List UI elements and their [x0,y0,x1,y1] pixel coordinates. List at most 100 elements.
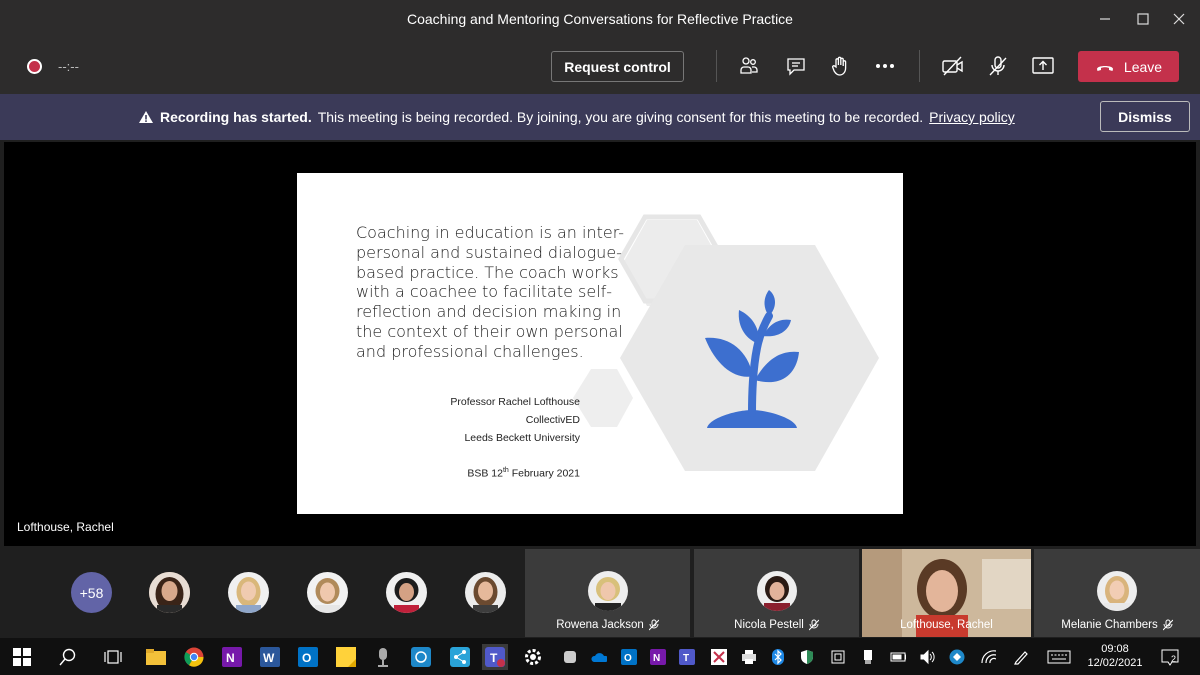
participant-tile[interactable]: Melanie Chambers [1034,549,1200,637]
plant-icon [705,290,799,428]
notifications-icon[interactable]: 2 [1160,649,1184,666]
svg-text:T: T [683,653,689,664]
slide-line: with a coachee to facilitate self- [356,282,613,302]
bluetooth-icon[interactable] [770,649,786,665]
slide-line: Coaching in education is an inter- [356,223,625,242]
svg-text:N: N [226,651,235,665]
tray-app-icon[interactable] [562,649,578,665]
avatar[interactable] [228,572,269,613]
slide-author: Professor Rachel Lofthouse [450,396,580,408]
meeting-timer: --:-- [58,59,79,74]
slide-quote: Coaching in education is an inter- perso… [356,223,626,362]
share-screen-icon[interactable] [1029,52,1057,80]
slide-org: CollectivED [525,414,580,426]
shared-slide: Coaching in education is an inter- perso… [297,173,903,514]
participant-tile-video[interactable]: Lofthouse, Rachel [862,549,1031,637]
share-app-icon[interactable] [449,646,471,668]
participants-icon[interactable] [735,52,763,80]
clock-time: 09:08 [1101,643,1129,655]
request-control-button[interactable]: Request control [551,51,684,82]
meeting-controls: --:-- Request control Leave [0,38,1200,94]
leave-button[interactable]: Leave [1078,51,1179,82]
onenote-icon[interactable]: N [221,646,243,668]
task-view-icon[interactable] [102,646,124,668]
slide-university: Leeds Beckett University [464,432,580,444]
volume-icon[interactable] [919,649,935,665]
avatar [756,571,797,611]
avatar[interactable] [386,572,427,613]
tile-label: Rowena Jackson [525,619,690,631]
sticky-notes-icon[interactable] [335,646,357,668]
participant-name: Lofthouse, Rachel [900,619,993,631]
avatar[interactable] [307,572,348,613]
word-icon[interactable]: W [259,646,281,668]
divider [716,50,717,82]
notification-count: 2 [1171,654,1177,664]
slide-line: based practice. The coach works [356,262,619,282]
svg-text:W: W [263,651,275,665]
participant-name: Nicola Pestell [734,619,804,631]
microphone-off-icon[interactable] [984,52,1012,80]
more-participants-badge[interactable]: +58 [71,572,112,613]
network-app-icon[interactable] [410,646,432,668]
search-icon[interactable] [57,646,79,668]
slide-date-suffix: February 2021 [508,467,580,480]
avatar[interactable] [149,572,190,613]
raise-hand-icon[interactable] [826,52,854,80]
network-share-icon[interactable] [949,649,965,665]
onedrive-icon[interactable] [591,649,607,665]
window-title: Coaching and Mentoring Conversations for… [407,11,793,27]
tile-label: Lofthouse, Rachel [862,619,1031,631]
slide-line: personal and sustained dialogue- [356,242,622,262]
teams-tray-icon[interactable]: T [679,649,695,665]
teams-icon[interactable]: T [482,644,508,670]
avatar [1097,571,1137,611]
slide-line: reflection and decision making in [356,302,622,322]
participant-name: Rowena Jackson [556,619,644,631]
keyboard-icon[interactable] [1046,649,1072,665]
onenote-tray-icon[interactable]: N [650,649,666,665]
divider [919,50,920,82]
participant-tile[interactable]: Nicola Pestell [694,549,859,637]
tray-close-app-icon[interactable] [711,649,727,665]
windows-start-icon[interactable] [11,646,33,668]
microphone-app-icon[interactable] [372,646,394,668]
banner-message: Recording has started. This meeting is b… [138,109,1015,125]
banner-bold-text: Recording has started. [160,109,312,125]
file-explorer-icon[interactable] [145,646,167,668]
usb-drive-icon[interactable] [860,649,876,665]
privacy-policy-link[interactable]: Privacy policy [929,109,1015,125]
avatar[interactable] [465,572,506,613]
taskbar-clock[interactable]: 09:08 12/02/2021 [1085,642,1145,670]
more-options-icon[interactable] [871,52,899,80]
slide-line: and professional challenges. [356,341,584,361]
warning-icon [139,111,153,123]
presenter-name: Lofthouse, Rachel [17,520,114,534]
tile-label: Nicola Pestell [694,619,859,631]
camera-off-icon[interactable] [939,52,967,80]
security-shield-icon[interactable] [799,649,815,665]
pen-icon[interactable] [1013,649,1029,665]
outlook-icon[interactable]: O [297,646,319,668]
svg-text:N: N [653,653,660,664]
chrome-icon[interactable] [183,646,205,668]
outlook-tray-icon[interactable]: O [621,649,637,665]
clock-date: 12/02/2021 [1087,657,1143,669]
tray-window-icon[interactable] [830,649,846,665]
participant-name: Melanie Chambers [1061,619,1158,631]
windows-taskbar: N W O T O N T 09:08 12/02/2021 2 [0,638,1200,675]
dismiss-button[interactable]: Dismiss [1100,101,1190,132]
battery-icon[interactable] [890,649,906,665]
participant-tile[interactable]: Rowena Jackson [525,549,690,637]
printer-icon[interactable] [741,649,757,665]
leave-label: Leave [1123,58,1163,75]
svg-text:T: T [490,651,498,665]
microphone-off-icon [808,619,819,631]
wifi-icon[interactable] [980,649,996,665]
slide-date-prefix: BSB 12 [467,467,503,480]
recording-indicator-icon [27,59,42,74]
settings-gear-icon[interactable] [522,646,544,668]
recording-banner: Recording has started. This meeting is b… [0,94,1200,140]
close-icon[interactable] [1156,0,1200,38]
chat-icon[interactable] [782,52,810,80]
